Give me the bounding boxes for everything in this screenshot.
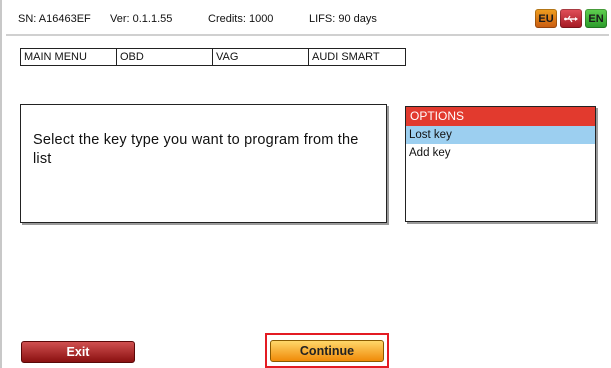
breadcrumb-main-menu[interactable]: MAIN MENU bbox=[21, 49, 117, 65]
exit-button[interactable]: Exit bbox=[21, 341, 135, 363]
eu-region-icon[interactable]: EU bbox=[535, 9, 557, 28]
credits-text: Credits: 1000 bbox=[208, 13, 274, 25]
instruction-text: Select the key type you want to program … bbox=[33, 132, 359, 167]
serial-number: SN: A16463EF bbox=[18, 13, 91, 25]
continue-button[interactable]: Continue bbox=[270, 340, 384, 362]
status-bar: SN: A16463EF Ver: 0.1.1.55 Credits: 1000… bbox=[6, 2, 609, 36]
options-panel: OPTIONS Lost key Add key bbox=[405, 106, 596, 222]
usb-icon[interactable] bbox=[560, 9, 582, 28]
device-screen: SN: A16463EF Ver: 0.1.1.55 Credits: 1000… bbox=[0, 0, 611, 368]
breadcrumb-vag[interactable]: VAG bbox=[213, 49, 309, 65]
option-add-key[interactable]: Add key bbox=[406, 144, 595, 162]
breadcrumb: MAIN MENU OBD VAG AUDI SMART bbox=[20, 48, 406, 66]
breadcrumb-audi-smart[interactable]: AUDI SMART bbox=[309, 49, 405, 65]
breadcrumb-obd[interactable]: OBD bbox=[117, 49, 213, 65]
lifs-text: LIFS: 90 days bbox=[309, 13, 377, 25]
usb-symbol-icon bbox=[564, 15, 578, 22]
version-text: Ver: 0.1.1.55 bbox=[110, 13, 173, 25]
en-language-icon[interactable]: EN bbox=[585, 9, 607, 28]
instruction-box: Select the key type you want to program … bbox=[20, 104, 387, 223]
option-lost-key[interactable]: Lost key bbox=[406, 126, 595, 144]
options-title: OPTIONS bbox=[406, 107, 595, 126]
status-icons: EU EN bbox=[535, 9, 607, 28]
